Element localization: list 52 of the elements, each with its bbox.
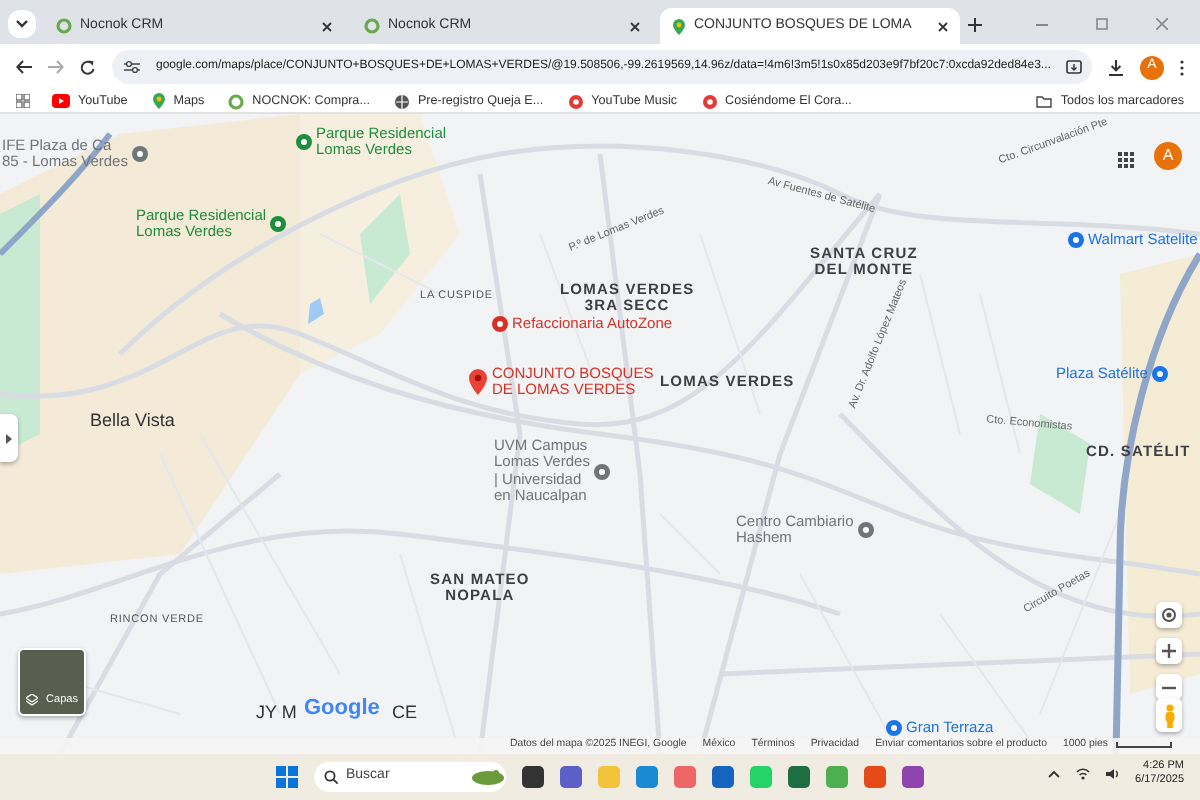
speaker-icon[interactable]	[1105, 768, 1120, 781]
place-marker-icon[interactable]	[1068, 232, 1084, 249]
collapse-panel-button[interactable]	[0, 414, 18, 462]
ring-icon	[228, 93, 245, 109]
layers-icon	[26, 693, 39, 706]
scale-bar	[1116, 742, 1172, 749]
place-marker-icon[interactable]	[296, 134, 312, 151]
map-label: Bella Vista	[90, 410, 175, 431]
park-area	[360, 194, 410, 304]
map-label: JY M	[256, 702, 297, 723]
download-icon[interactable]	[1108, 59, 1124, 75]
person-icon	[1163, 703, 1175, 727]
place-marker-icon[interactable]	[593, 463, 610, 480]
close-icon[interactable]	[938, 21, 948, 31]
close-icon[interactable]	[322, 21, 332, 31]
back-arrow-icon[interactable]	[16, 60, 32, 74]
plus-icon	[1162, 644, 1176, 658]
crosshair-icon	[1160, 606, 1178, 624]
place-marker-icon[interactable]	[886, 720, 902, 737]
map-label: CE	[392, 702, 418, 723]
zoom-out-button[interactable]	[1156, 674, 1182, 700]
minimize-icon[interactable]	[1036, 23, 1048, 25]
place-marker-icon[interactable]	[131, 146, 148, 163]
chevron-up-icon[interactable]	[1047, 770, 1060, 779]
install-app-icon[interactable]	[1066, 59, 1083, 75]
map-pin-icon	[672, 17, 686, 35]
wifi-icon[interactable]	[1075, 768, 1090, 781]
zoom-in-button[interactable]	[1156, 638, 1182, 664]
location-pin-icon[interactable]	[468, 368, 488, 397]
place-marker-icon[interactable]	[857, 522, 874, 539]
apps-grid-icon[interactable]	[1118, 152, 1134, 168]
minus-icon	[1162, 685, 1176, 689]
pond-area	[308, 298, 324, 324]
close-icon[interactable]	[630, 21, 640, 31]
reload-icon[interactable]	[80, 59, 96, 75]
place-marker-icon[interactable]	[492, 316, 508, 333]
ring-icon	[56, 18, 72, 34]
place-marker-icon[interactable]	[270, 216, 287, 233]
apps-grid-icon[interactable]	[16, 94, 30, 108]
map-logo: Google	[304, 696, 380, 721]
plus-icon[interactable]	[968, 18, 982, 32]
ring-icon	[364, 18, 380, 34]
windows-logo-icon[interactable]	[276, 766, 298, 788]
restore-icon[interactable]	[1096, 18, 1108, 30]
chevron-down-icon	[16, 20, 28, 28]
my-location-button[interactable]	[1156, 602, 1182, 628]
map-pin-icon	[151, 92, 166, 110]
search-icon	[324, 770, 338, 784]
caret-right-icon	[6, 433, 12, 443]
site-settings-icon	[124, 60, 140, 74]
place-marker-icon[interactable]	[1151, 366, 1168, 383]
tab-list-button[interactable]	[8, 10, 36, 38]
